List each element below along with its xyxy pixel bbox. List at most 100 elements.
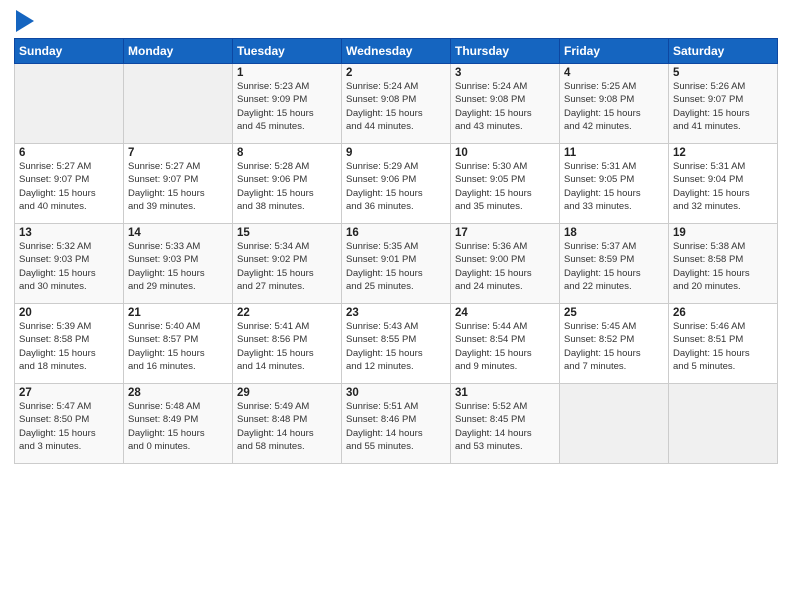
day-number: 22 — [237, 307, 337, 319]
calendar-cell — [560, 384, 669, 464]
day-info: Sunrise: 5:25 AM Sunset: 9:08 PM Dayligh… — [564, 80, 664, 133]
day-number: 12 — [673, 147, 773, 159]
day-number: 24 — [455, 307, 555, 319]
weekday-header: Thursday — [451, 39, 560, 64]
header — [14, 10, 778, 32]
calendar-week-row: 6Sunrise: 5:27 AM Sunset: 9:07 PM Daylig… — [15, 144, 778, 224]
calendar-container: SundayMondayTuesdayWednesdayThursdayFrid… — [0, 0, 792, 612]
day-number: 11 — [564, 147, 664, 159]
weekday-header: Monday — [124, 39, 233, 64]
calendar-cell: 25Sunrise: 5:45 AM Sunset: 8:52 PM Dayli… — [560, 304, 669, 384]
day-info: Sunrise: 5:44 AM Sunset: 8:54 PM Dayligh… — [455, 320, 555, 373]
calendar-week-row: 20Sunrise: 5:39 AM Sunset: 8:58 PM Dayli… — [15, 304, 778, 384]
day-info: Sunrise: 5:23 AM Sunset: 9:09 PM Dayligh… — [237, 80, 337, 133]
day-number: 31 — [455, 387, 555, 399]
calendar-cell: 7Sunrise: 5:27 AM Sunset: 9:07 PM Daylig… — [124, 144, 233, 224]
calendar-cell: 20Sunrise: 5:39 AM Sunset: 8:58 PM Dayli… — [15, 304, 124, 384]
day-number: 8 — [237, 147, 337, 159]
day-number: 6 — [19, 147, 119, 159]
calendar-cell: 19Sunrise: 5:38 AM Sunset: 8:58 PM Dayli… — [669, 224, 778, 304]
day-number: 30 — [346, 387, 446, 399]
weekday-header: Tuesday — [233, 39, 342, 64]
calendar-week-row: 13Sunrise: 5:32 AM Sunset: 9:03 PM Dayli… — [15, 224, 778, 304]
logo — [14, 10, 34, 32]
day-info: Sunrise: 5:40 AM Sunset: 8:57 PM Dayligh… — [128, 320, 228, 373]
calendar-cell: 16Sunrise: 5:35 AM Sunset: 9:01 PM Dayli… — [342, 224, 451, 304]
weekday-header: Friday — [560, 39, 669, 64]
day-number: 9 — [346, 147, 446, 159]
day-number: 1 — [237, 67, 337, 79]
calendar-cell: 9Sunrise: 5:29 AM Sunset: 9:06 PM Daylig… — [342, 144, 451, 224]
calendar-week-row: 1Sunrise: 5:23 AM Sunset: 9:09 PM Daylig… — [15, 64, 778, 144]
weekday-row: SundayMondayTuesdayWednesdayThursdayFrid… — [15, 39, 778, 64]
calendar-cell: 30Sunrise: 5:51 AM Sunset: 8:46 PM Dayli… — [342, 384, 451, 464]
day-number: 20 — [19, 307, 119, 319]
day-info: Sunrise: 5:39 AM Sunset: 8:58 PM Dayligh… — [19, 320, 119, 373]
calendar-cell: 1Sunrise: 5:23 AM Sunset: 9:09 PM Daylig… — [233, 64, 342, 144]
day-info: Sunrise: 5:49 AM Sunset: 8:48 PM Dayligh… — [237, 400, 337, 453]
calendar-cell — [669, 384, 778, 464]
day-info: Sunrise: 5:27 AM Sunset: 9:07 PM Dayligh… — [128, 160, 228, 213]
calendar-header: SundayMondayTuesdayWednesdayThursdayFrid… — [15, 39, 778, 64]
calendar-cell: 28Sunrise: 5:48 AM Sunset: 8:49 PM Dayli… — [124, 384, 233, 464]
day-info: Sunrise: 5:46 AM Sunset: 8:51 PM Dayligh… — [673, 320, 773, 373]
weekday-header: Sunday — [15, 39, 124, 64]
calendar-cell: 24Sunrise: 5:44 AM Sunset: 8:54 PM Dayli… — [451, 304, 560, 384]
calendar-body: 1Sunrise: 5:23 AM Sunset: 9:09 PM Daylig… — [15, 64, 778, 464]
day-number: 10 — [455, 147, 555, 159]
calendar-cell: 26Sunrise: 5:46 AM Sunset: 8:51 PM Dayli… — [669, 304, 778, 384]
day-info: Sunrise: 5:48 AM Sunset: 8:49 PM Dayligh… — [128, 400, 228, 453]
calendar-cell: 17Sunrise: 5:36 AM Sunset: 9:00 PM Dayli… — [451, 224, 560, 304]
day-info: Sunrise: 5:24 AM Sunset: 9:08 PM Dayligh… — [455, 80, 555, 133]
day-number: 3 — [455, 67, 555, 79]
day-number: 4 — [564, 67, 664, 79]
calendar-cell: 21Sunrise: 5:40 AM Sunset: 8:57 PM Dayli… — [124, 304, 233, 384]
day-info: Sunrise: 5:52 AM Sunset: 8:45 PM Dayligh… — [455, 400, 555, 453]
calendar-cell: 14Sunrise: 5:33 AM Sunset: 9:03 PM Dayli… — [124, 224, 233, 304]
day-info: Sunrise: 5:30 AM Sunset: 9:05 PM Dayligh… — [455, 160, 555, 213]
day-number: 2 — [346, 67, 446, 79]
calendar-cell: 8Sunrise: 5:28 AM Sunset: 9:06 PM Daylig… — [233, 144, 342, 224]
day-number: 15 — [237, 227, 337, 239]
day-info: Sunrise: 5:37 AM Sunset: 8:59 PM Dayligh… — [564, 240, 664, 293]
day-info: Sunrise: 5:24 AM Sunset: 9:08 PM Dayligh… — [346, 80, 446, 133]
day-info: Sunrise: 5:29 AM Sunset: 9:06 PM Dayligh… — [346, 160, 446, 213]
day-number: 18 — [564, 227, 664, 239]
day-info: Sunrise: 5:51 AM Sunset: 8:46 PM Dayligh… — [346, 400, 446, 453]
calendar-cell: 3Sunrise: 5:24 AM Sunset: 9:08 PM Daylig… — [451, 64, 560, 144]
day-info: Sunrise: 5:43 AM Sunset: 8:55 PM Dayligh… — [346, 320, 446, 373]
day-info: Sunrise: 5:27 AM Sunset: 9:07 PM Dayligh… — [19, 160, 119, 213]
calendar-cell: 6Sunrise: 5:27 AM Sunset: 9:07 PM Daylig… — [15, 144, 124, 224]
day-info: Sunrise: 5:26 AM Sunset: 9:07 PM Dayligh… — [673, 80, 773, 133]
calendar-cell: 29Sunrise: 5:49 AM Sunset: 8:48 PM Dayli… — [233, 384, 342, 464]
calendar-cell: 5Sunrise: 5:26 AM Sunset: 9:07 PM Daylig… — [669, 64, 778, 144]
calendar-cell: 12Sunrise: 5:31 AM Sunset: 9:04 PM Dayli… — [669, 144, 778, 224]
day-number: 17 — [455, 227, 555, 239]
day-number: 25 — [564, 307, 664, 319]
day-info: Sunrise: 5:32 AM Sunset: 9:03 PM Dayligh… — [19, 240, 119, 293]
day-number: 28 — [128, 387, 228, 399]
calendar-cell: 15Sunrise: 5:34 AM Sunset: 9:02 PM Dayli… — [233, 224, 342, 304]
day-info: Sunrise: 5:31 AM Sunset: 9:04 PM Dayligh… — [673, 160, 773, 213]
day-info: Sunrise: 5:34 AM Sunset: 9:02 PM Dayligh… — [237, 240, 337, 293]
calendar-cell: 2Sunrise: 5:24 AM Sunset: 9:08 PM Daylig… — [342, 64, 451, 144]
day-number: 23 — [346, 307, 446, 319]
day-number: 19 — [673, 227, 773, 239]
day-info: Sunrise: 5:47 AM Sunset: 8:50 PM Dayligh… — [19, 400, 119, 453]
day-info: Sunrise: 5:28 AM Sunset: 9:06 PM Dayligh… — [237, 160, 337, 213]
calendar-cell: 22Sunrise: 5:41 AM Sunset: 8:56 PM Dayli… — [233, 304, 342, 384]
weekday-header: Wednesday — [342, 39, 451, 64]
calendar-cell: 13Sunrise: 5:32 AM Sunset: 9:03 PM Dayli… — [15, 224, 124, 304]
day-number: 26 — [673, 307, 773, 319]
calendar-table: SundayMondayTuesdayWednesdayThursdayFrid… — [14, 38, 778, 464]
day-number: 5 — [673, 67, 773, 79]
day-number: 29 — [237, 387, 337, 399]
day-number: 13 — [19, 227, 119, 239]
day-info: Sunrise: 5:38 AM Sunset: 8:58 PM Dayligh… — [673, 240, 773, 293]
calendar-cell: 4Sunrise: 5:25 AM Sunset: 9:08 PM Daylig… — [560, 64, 669, 144]
calendar-cell — [124, 64, 233, 144]
day-info: Sunrise: 5:36 AM Sunset: 9:00 PM Dayligh… — [455, 240, 555, 293]
calendar-cell: 11Sunrise: 5:31 AM Sunset: 9:05 PM Dayli… — [560, 144, 669, 224]
calendar-cell: 31Sunrise: 5:52 AM Sunset: 8:45 PM Dayli… — [451, 384, 560, 464]
day-number: 21 — [128, 307, 228, 319]
